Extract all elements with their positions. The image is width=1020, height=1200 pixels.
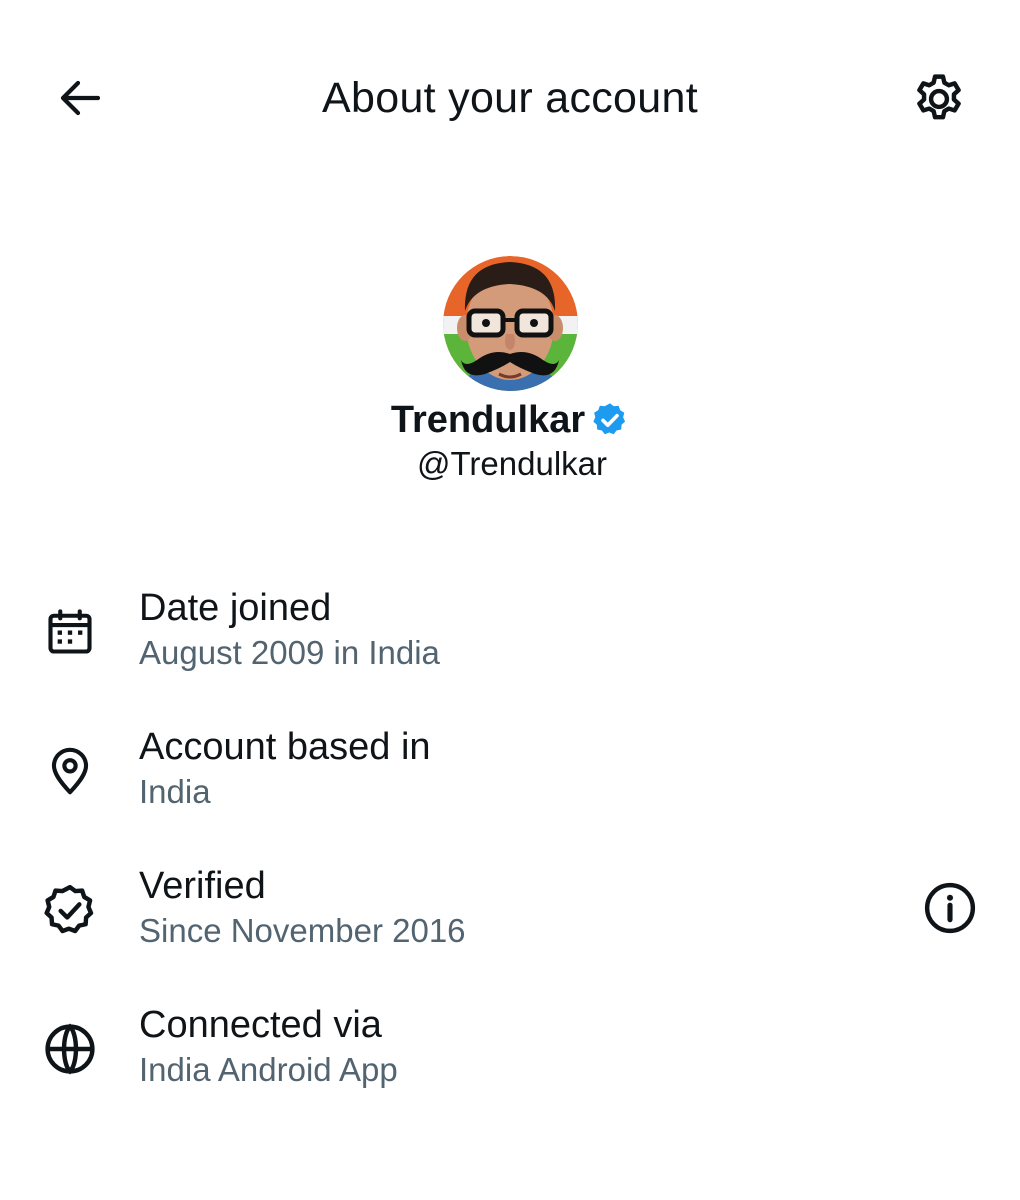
verified-text: Verified Since November 2016 — [139, 862, 466, 952]
profile-summary: Trendulkar @Trendulkar — [0, 256, 1020, 485]
account-based-in-value: India — [139, 773, 211, 810]
info-row-account-based-in: Account based in India — [0, 715, 1020, 854]
avatar-image — [442, 256, 578, 391]
connected-via-label: Connected via — [139, 1004, 382, 1046]
verified-label: Verified — [139, 865, 266, 907]
verified-badge-icon — [591, 401, 629, 439]
name-row: Trendulkar — [0, 395, 1020, 445]
info-icon — [924, 882, 976, 934]
info-row-date-joined: Date joined August 2009 in India — [0, 576, 1020, 715]
connected-via-value: India Android App — [139, 1051, 398, 1088]
verified-outline-icon — [40, 880, 100, 940]
date-joined-label: Date joined — [139, 587, 332, 629]
account-based-in-label: Account based in — [139, 726, 431, 768]
verified-info-button[interactable] — [918, 876, 982, 940]
info-row-connected-via: Connected via India Android App — [0, 993, 1020, 1132]
account-info-list: Date joined August 2009 in India Account… — [0, 576, 1020, 1132]
date-joined-text: Date joined August 2009 in India — [139, 584, 440, 674]
top-app-bar: About your account — [0, 0, 1020, 200]
globe-icon — [40, 1019, 100, 1079]
avatar[interactable] — [442, 256, 578, 391]
user-handle: @Trendulkar — [416, 445, 607, 482]
gear-icon — [917, 74, 961, 120]
info-row-verified: Verified Since November 2016 — [0, 854, 1020, 993]
page-title: About your account — [322, 74, 698, 122]
settings-button[interactable] — [906, 66, 972, 132]
display-name: Trendulkar — [390, 399, 586, 441]
location-pin-icon — [40, 741, 100, 801]
connected-via-text: Connected via India Android App — [139, 1001, 398, 1091]
about-account-page: About your account Trendulkar @Trendulka… — [0, 0, 1020, 1200]
date-joined-value: August 2009 in India — [139, 634, 440, 671]
verified-value: Since November 2016 — [139, 912, 466, 949]
account-based-in-text: Account based in India — [139, 723, 431, 813]
calendar-icon — [40, 602, 100, 662]
